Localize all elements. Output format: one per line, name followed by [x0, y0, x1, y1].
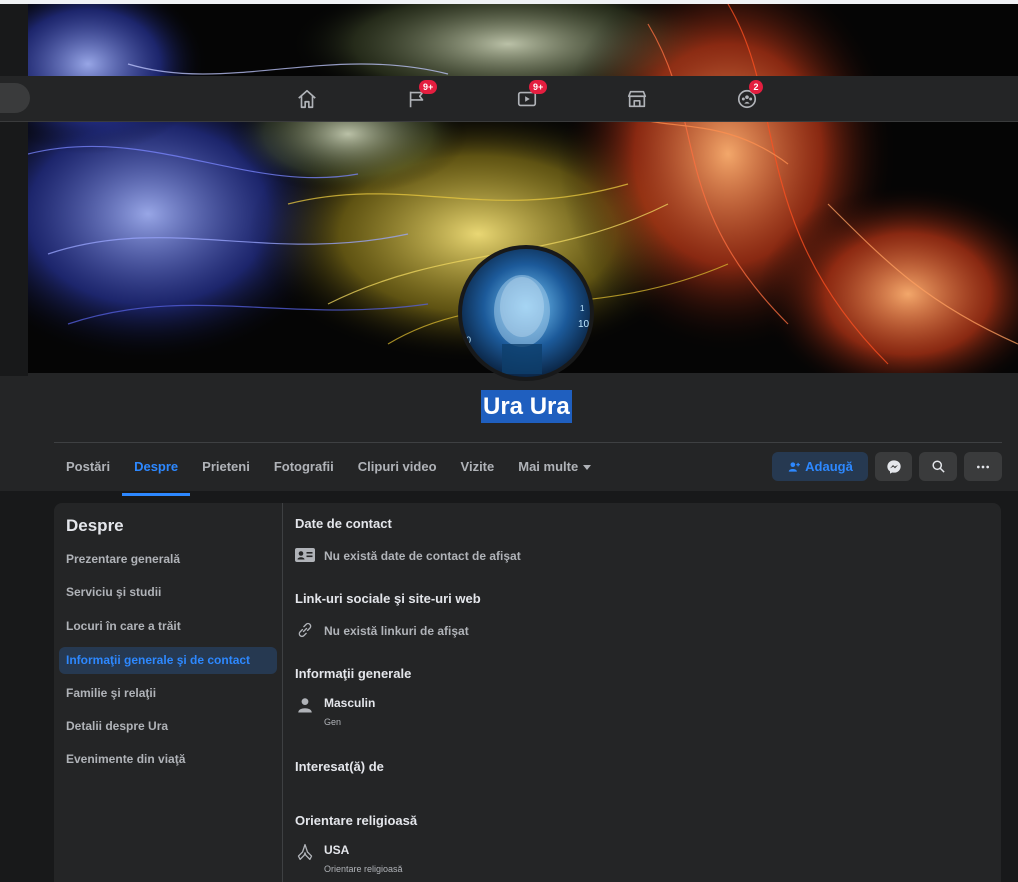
tab-videos[interactable]: Clipuri video	[346, 450, 449, 490]
about-sidebar: Despre Prezentare generală Serviciu şi s…	[54, 503, 283, 882]
add-friend-label: Adaugă	[805, 459, 853, 474]
tab-friends[interactable]: Prieteni	[190, 450, 262, 490]
gender-label: Gen	[324, 717, 342, 727]
section-title-links: Link-uri sociale şi site-uri web	[295, 591, 481, 606]
nav-watch[interactable]: 9+	[509, 80, 548, 116]
link-icon	[295, 621, 315, 639]
top-navbar: 9+ 9+ 2	[0, 76, 1018, 122]
profile-avatar[interactable]: 10 0 1	[458, 245, 594, 381]
tab-checkins[interactable]: Vizite	[449, 450, 507, 490]
nav-pages[interactable]: 9+	[399, 80, 438, 116]
tab-more-label: Mai multe	[518, 459, 579, 474]
tab-posts[interactable]: Postări	[54, 450, 122, 490]
person-icon	[295, 696, 315, 714]
more-options-button[interactable]	[964, 452, 1002, 481]
tab-photos[interactable]: Fotografii	[262, 450, 346, 490]
section-title-contact: Date de contact	[295, 516, 392, 531]
about-card: Despre Prezentare generală Serviciu şi s…	[54, 503, 1001, 882]
links-empty-text: Nu există linkuri de afişat	[324, 624, 469, 638]
sidebar-item-places[interactable]: Locuri în care a trăit	[59, 613, 277, 640]
left-gutter	[0, 4, 28, 376]
section-title-religion: Orientare religioasă	[295, 813, 418, 828]
sidebar-item-work-education[interactable]: Serviciu şi studii	[59, 579, 277, 606]
notification-badge: 9+	[529, 80, 548, 94]
home-icon	[298, 89, 316, 109]
message-button[interactable]	[875, 452, 912, 481]
section-title-general: Informaţii generale	[295, 666, 412, 681]
notification-badge: 2	[749, 80, 763, 94]
about-title: Despre	[66, 516, 124, 535]
svg-text:10: 10	[578, 319, 590, 330]
praying-hands-icon	[295, 843, 315, 861]
more-icon	[977, 465, 989, 468]
add-person-icon	[788, 461, 800, 472]
profile-name: Ura Ura	[481, 390, 572, 423]
avatar-image: 10 0 1	[462, 249, 590, 377]
contact-card-icon	[295, 546, 315, 564]
svg-text:1: 1	[580, 304, 585, 313]
religion-value: USA	[324, 843, 350, 857]
sidebar-item-life-events[interactable]: Evenimente din viaţă	[59, 746, 277, 773]
religion-label: Orientare religioasă	[324, 864, 403, 874]
search-box[interactable]	[0, 83, 30, 113]
divider	[54, 442, 1002, 443]
svg-text:0: 0	[466, 335, 471, 345]
about-content: Date de contact Nu există date de contac…	[283, 503, 1001, 882]
add-friend-button[interactable]: Adaugă	[772, 452, 868, 481]
sidebar-item-family[interactable]: Familie şi relaţii	[59, 680, 277, 707]
contact-empty-text: Nu există date de contact de afişat	[324, 549, 521, 563]
profile-tabs: Postări Despre Prieteni Fotografii Clipu…	[54, 450, 603, 496]
sidebar-item-overview[interactable]: Prezentare generală	[59, 546, 277, 573]
store-icon	[627, 90, 647, 108]
tab-more[interactable]: Mai multe	[506, 450, 603, 490]
sidebar-item-contact-info[interactable]: Informaţii generale şi de contact	[59, 647, 277, 674]
caret-down-icon	[583, 465, 592, 471]
search-profile-button[interactable]	[919, 452, 957, 481]
nav-marketplace[interactable]	[619, 82, 655, 116]
nav-home[interactable]	[289, 82, 325, 116]
notification-badge: 9+	[419, 80, 438, 94]
messenger-icon	[886, 459, 901, 474]
sidebar-item-details[interactable]: Detalii despre Ura	[59, 713, 277, 740]
gender-value: Masculin	[324, 696, 376, 710]
tab-about[interactable]: Despre	[122, 450, 191, 496]
search-icon	[931, 460, 945, 473]
nav-groups[interactable]: 2	[729, 80, 765, 116]
section-title-interested: Interesat(ă) de	[295, 759, 384, 774]
